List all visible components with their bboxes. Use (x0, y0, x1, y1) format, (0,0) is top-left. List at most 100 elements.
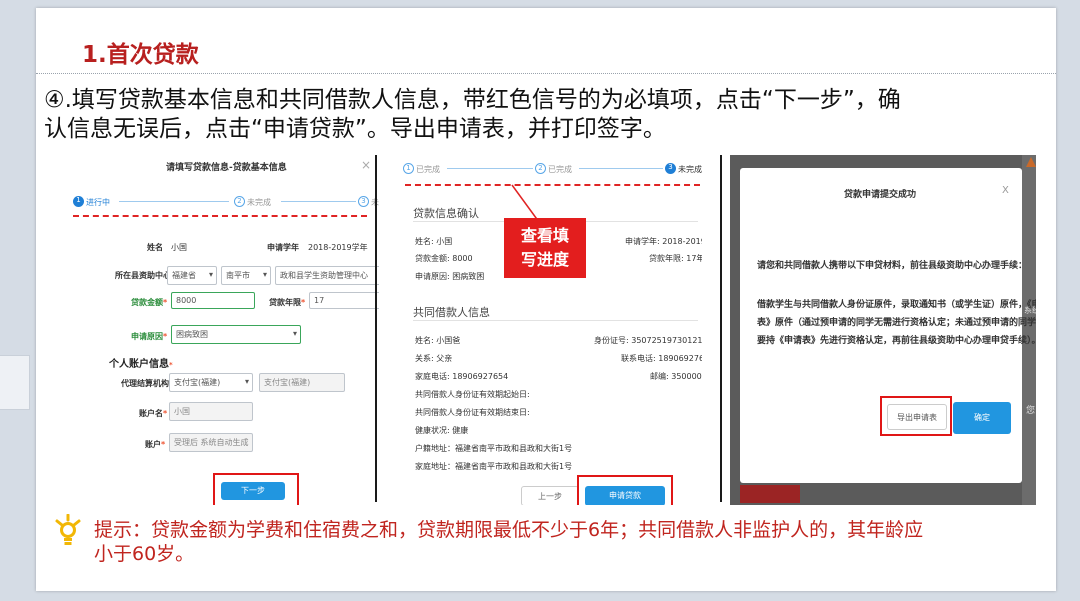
step-2-dot: 2 (234, 196, 245, 207)
dimmed-background-strip (1022, 155, 1036, 505)
next-button-highlight (213, 473, 299, 505)
dialog-para-2-line-3: 要持《申请表》先进行资格认定，再前往县级资助中心办理申贷手续）。 (757, 336, 1036, 346)
agency-label: 代理结算机构 (121, 379, 169, 388)
progress-highlight-dash (405, 184, 700, 186)
tip-line-2: 小于60岁。 (94, 543, 195, 565)
co-health: 健康状况: 健康 (415, 426, 469, 435)
province-select[interactable]: 福建省 ▾ (167, 266, 217, 285)
co-relation: 关系: 父亲 (415, 354, 453, 363)
panel-divider (720, 155, 722, 502)
co-hukou: 户籍地址：福建省南平市政和县政和大街1号 (415, 444, 573, 453)
reason-label: 申请原因* (131, 332, 168, 341)
agency-select[interactable]: 支付宝(福建) ▾ (169, 373, 253, 392)
province-value: 福建省 (172, 271, 196, 280)
chevron-down-icon: ▾ (208, 270, 213, 279)
step-1-label: 进行中 (86, 198, 110, 207)
step-connector (119, 201, 229, 202)
center-select[interactable]: 政和县学生资助管理中心▾ (275, 266, 379, 285)
warning-icon (1026, 157, 1036, 167)
apply-button-highlight (577, 475, 673, 505)
panel-confirm-form: 1 已完成 2 已完成 3 未完成 贷款信息确认 姓名: 小国 申请学年: 20… (397, 155, 702, 505)
term-select[interactable]: 17▾ (309, 292, 379, 309)
account-section-title: 个人账户信息* (109, 359, 173, 370)
center-label: 所在县资助中心 (115, 271, 171, 280)
callout-line-2: 写进度 (520, 250, 569, 269)
year-label: 申请学年 (267, 243, 299, 252)
dialog-title: 贷款申请提交成功 (844, 190, 917, 200)
success-dialog: 贷款申请提交成功 X 请您和共同借款人携带以下申贷材料，前往县级资助中心办理手续… (740, 168, 1036, 483)
confirm-amount: 贷款金额: 8000 (415, 254, 473, 263)
slide-title: 1.首次贷款 (82, 42, 199, 68)
tip-text: 提示：贷款金额为学费和住宿费之和，贷款期限最低不少于6年；共同借款人非监护人的，… (94, 518, 1049, 566)
panel-divider (375, 155, 377, 502)
panel-basic-info-form: 请填写贷款信息-贷款基本信息 × 1 进行中 2 未完成 3 未完成 姓名 小国… (61, 155, 379, 505)
background-button (740, 485, 800, 503)
account-field: 受理后 系统自动生成 (169, 433, 253, 452)
account-name-field: 小国 (169, 402, 253, 421)
prev-step-button[interactable]: 上一步 (521, 486, 579, 505)
step-connector (447, 168, 533, 169)
agency-readonly-field: 支付宝(福建) (259, 373, 345, 392)
confirm-year: 申请学年: 2018-2019 (625, 237, 702, 246)
step-1-dot: 1 (73, 196, 84, 207)
term-value: 17 (314, 296, 325, 305)
amount-input[interactable]: 8000 (171, 292, 255, 309)
account-label: 账户* (145, 440, 166, 449)
panel-success-dialog: 系统 您 贷款申请提交成功 X 请您和共同借款人携带以下申贷材料，前往县级资助中… (730, 155, 1036, 505)
left-edge-tab (0, 355, 30, 410)
reason-value: 困病致困 (176, 330, 208, 339)
co-phone: 联系电话: 18906927654 (621, 354, 702, 363)
co-borrower-section-title: 共同借款人信息 (413, 306, 490, 319)
confirm-button[interactable]: 确定 (953, 402, 1011, 434)
tip-line-1: 提示：贷款金额为学费和住宿费之和，贷款期限最低不少于6年；共同借款人非监护人的，… (94, 519, 924, 541)
confirm-term: 贷款年限: 17年 (649, 254, 702, 263)
chevron-down-icon: ▾ (262, 270, 267, 279)
step-connector (281, 201, 356, 202)
step-2-label: 未完成 (247, 198, 271, 207)
dialog-para-2-line-2: 表》原件（通过预申请的同学无需进行资格认定；未通过预申请的同学，需 (757, 318, 1036, 328)
co-id: 身份证号: 350725197301212523 (594, 336, 702, 345)
step-3-label: 未完成 (678, 165, 702, 174)
city-select[interactable]: 南平市 ▾ (221, 266, 271, 285)
step-1-dot: 1 (403, 163, 414, 174)
step-1-label: 已完成 (416, 165, 440, 174)
co-address: 家庭地址：福建省南平市政和县政和大街1号 (415, 462, 573, 471)
account-name-label: 账户名* (139, 409, 168, 418)
instruction-line-2: 认信息无误后，点击“申请贷款”。导出申请表，并打印签字。 (44, 116, 666, 142)
chevron-down-icon: ▾ (244, 377, 249, 386)
step-3-dot: 3 (665, 163, 676, 174)
close-icon[interactable]: × (361, 158, 371, 172)
step-2-label: 已完成 (548, 165, 572, 174)
term-label: 贷款年限* (269, 298, 306, 307)
export-button-highlight (880, 396, 952, 436)
agency-value: 支付宝(福建) (174, 378, 221, 387)
loan-info-section-title: 贷款信息确认 (413, 207, 479, 220)
co-id-end: 共同借款人身份证有效期结束日: (415, 408, 530, 417)
section-rule (413, 320, 698, 321)
callout-line-1: 查看填 (520, 226, 569, 245)
co-name: 姓名: 小国爸 (415, 336, 461, 345)
close-icon[interactable]: X (1002, 185, 1009, 196)
amount-label: 贷款金额* (131, 298, 168, 307)
confirm-reason: 申请原因: 困病致困 (415, 272, 485, 281)
instruction-line-1: ④.填写贷款基本信息和共同借款人信息，带红色信号的为必填项，点击“下一步”，确 (44, 87, 901, 113)
city-value: 南平市 (226, 271, 250, 280)
title-divider (36, 73, 1056, 74)
progress-highlight-dash (73, 215, 367, 217)
confirm-name: 姓名: 小国 (415, 237, 453, 246)
year-value: 2018-2019学年 (308, 243, 368, 252)
dialog-para-2-line-1: 借款学生与共同借款人身份证原件，录取通知书（或学生证）原件，《申请 (757, 300, 1036, 310)
name-label: 姓名 (147, 243, 163, 252)
background-text: 您 (1026, 406, 1036, 416)
step-connector (579, 168, 663, 169)
form-header: 请填写贷款信息-贷款基本信息 (166, 163, 287, 173)
step-2-dot: 2 (535, 163, 546, 174)
reason-select[interactable]: 困病致困 ▾ (171, 325, 301, 344)
slide: 1.首次贷款 ④.填写贷款基本信息和共同借款人信息，带红色信号的为必填项，点击“… (36, 8, 1056, 591)
co-id-start: 共同借款人身份证有效期起始日: (415, 390, 530, 399)
instruction-text: ④.填写贷款基本信息和共同借款人信息，带红色信号的为必填项，点击“下一步”，确 … (44, 86, 1049, 144)
center-value: 政和县学生资助管理中心 (280, 271, 368, 280)
co-home-phone: 家庭电话: 18906927654 (415, 372, 509, 381)
chevron-down-icon: ▾ (292, 329, 297, 338)
step-3-dot: 3 (358, 196, 369, 207)
